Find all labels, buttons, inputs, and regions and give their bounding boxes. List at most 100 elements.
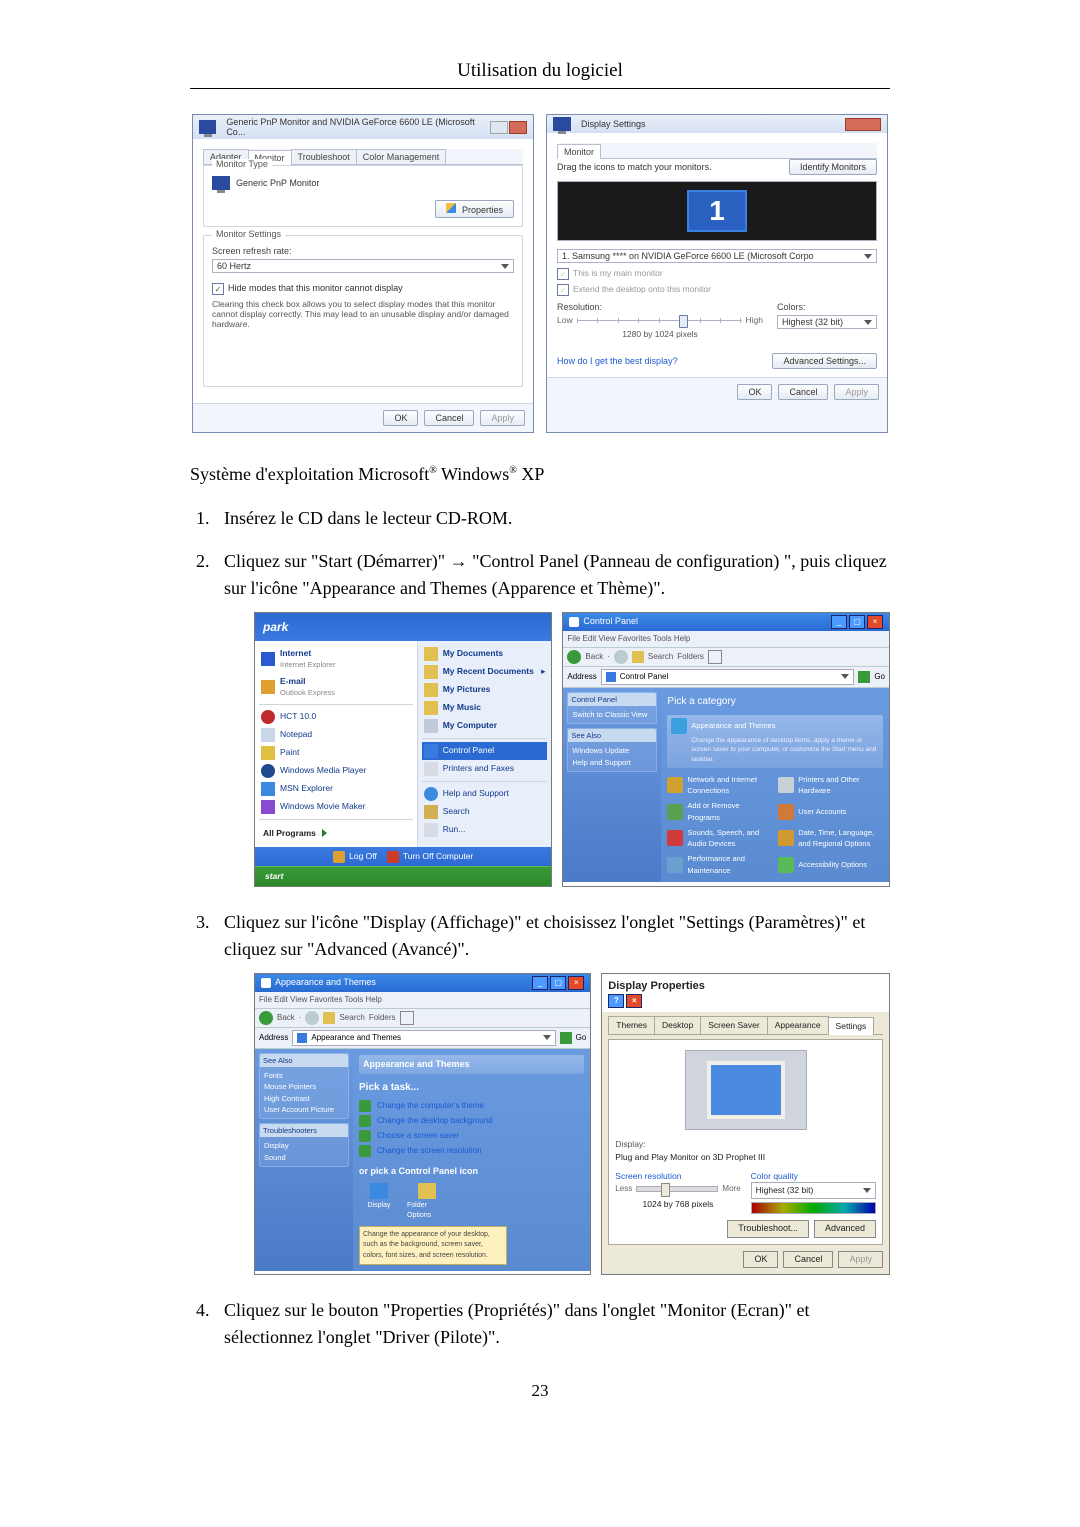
- close-button[interactable]: [845, 118, 881, 131]
- my-computer[interactable]: My Computer: [422, 717, 548, 735]
- folders-button[interactable]: Folders: [677, 651, 704, 663]
- monitor-select[interactable]: 1. Samsung **** on NVIDIA GeForce 6600 L…: [557, 249, 877, 263]
- my-music[interactable]: My Music: [422, 699, 548, 717]
- close-button[interactable]: ×: [626, 994, 642, 1008]
- troubleshoot-button[interactable]: Troubleshoot...: [727, 1220, 809, 1238]
- cat-network[interactable]: Network and Internet Connections: [667, 774, 772, 797]
- task-theme[interactable]: Change the computer's theme: [359, 1100, 584, 1112]
- tab-color-management[interactable]: Color Management: [356, 149, 447, 164]
- start-internet[interactable]: InternetInternet Explorer: [259, 645, 413, 673]
- tab-troubleshoot[interactable]: Troubleshoot: [291, 149, 357, 164]
- cancel-button[interactable]: Cancel: [783, 1251, 833, 1269]
- search-item[interactable]: Search: [422, 803, 548, 821]
- control-panel[interactable]: Control Panel: [422, 742, 548, 760]
- best-display-link[interactable]: How do I get the best display?: [557, 356, 678, 366]
- go-icon[interactable]: [858, 671, 870, 683]
- tab-monitor[interactable]: Monitor: [557, 144, 601, 159]
- advanced-button[interactable]: Advanced: [814, 1220, 876, 1238]
- views-icon[interactable]: [708, 650, 722, 664]
- close-button[interactable]: ×: [867, 615, 883, 629]
- run-item[interactable]: Run...: [422, 821, 548, 839]
- tab-themes[interactable]: Themes: [608, 1016, 655, 1034]
- task-screensaver[interactable]: Choose a screen saver: [359, 1130, 584, 1142]
- minimize-button[interactable]: [490, 121, 508, 134]
- display-icon[interactable]: Display: [359, 1183, 399, 1222]
- close-button[interactable]: ×: [568, 976, 584, 990]
- monitor-1-tile[interactable]: 1: [687, 190, 747, 232]
- apply-button[interactable]: Apply: [834, 384, 879, 400]
- advanced-settings-button[interactable]: Advanced Settings...: [772, 353, 877, 369]
- back-icon[interactable]: [259, 1011, 273, 1025]
- my-pictures[interactable]: My Pictures: [422, 681, 548, 699]
- menubar[interactable]: File Edit View Favorites Tools Help: [563, 631, 889, 648]
- start-msn[interactable]: MSN Explorer: [259, 780, 413, 798]
- address-field[interactable]: Control Panel: [601, 669, 855, 685]
- sound-troubleshoot-link[interactable]: Sound: [264, 1152, 344, 1163]
- start-button[interactable]: start: [255, 866, 551, 886]
- back-icon[interactable]: [567, 650, 581, 664]
- apply-button[interactable]: Apply: [480, 410, 525, 426]
- all-programs[interactable]: All Programs: [259, 823, 413, 844]
- windows-update-link[interactable]: Windows Update: [572, 745, 652, 756]
- color-quality-select[interactable]: Highest (32 bit): [751, 1182, 876, 1199]
- task-background[interactable]: Change the desktop background: [359, 1115, 584, 1127]
- tab-screen-saver[interactable]: Screen Saver: [700, 1016, 768, 1034]
- properties-button[interactable]: Properties: [435, 200, 514, 218]
- fonts-link[interactable]: Fonts: [264, 1070, 344, 1081]
- cancel-button[interactable]: Cancel: [424, 410, 474, 426]
- search-button[interactable]: Search: [339, 1012, 364, 1024]
- cat-printers[interactable]: Printers and Other Hardware: [778, 774, 883, 797]
- recent-documents[interactable]: My Recent Documents▸: [422, 663, 548, 681]
- colors-select[interactable]: Highest (32 bit): [777, 315, 877, 329]
- display-troubleshoot-link[interactable]: Display: [264, 1140, 344, 1151]
- menubar[interactable]: File Edit View Favorites Tools Help: [255, 992, 590, 1009]
- minimize-button[interactable]: _: [831, 615, 847, 629]
- tab-appearance[interactable]: Appearance: [767, 1016, 829, 1034]
- appearance-themes-highlight[interactable]: Appearance and Themes Change the appeara…: [667, 715, 883, 768]
- up-icon[interactable]: [323, 1012, 335, 1024]
- cat-users[interactable]: User Accounts: [778, 800, 883, 823]
- start-wmp[interactable]: Windows Media Player: [259, 762, 413, 780]
- start-notepad[interactable]: Notepad: [259, 726, 413, 744]
- go-icon[interactable]: [560, 1032, 572, 1044]
- printers-faxes[interactable]: Printers and Faxes: [422, 760, 548, 778]
- address-field[interactable]: Appearance and Themes: [292, 1030, 555, 1046]
- start-paint[interactable]: Paint: [259, 744, 413, 762]
- cat-addremove[interactable]: Add or Remove Programs: [667, 800, 772, 823]
- resolution-slider[interactable]: Low High: [557, 315, 763, 325]
- cat-access[interactable]: Accessibility Options: [778, 853, 883, 876]
- cancel-button[interactable]: Cancel: [778, 384, 828, 400]
- folders-button[interactable]: Folders: [369, 1012, 396, 1024]
- resolution-slider[interactable]: [636, 1186, 718, 1192]
- turnoff-button[interactable]: Turn Off Computer: [387, 850, 473, 863]
- cat-perf[interactable]: Performance and Maintenance: [667, 853, 772, 876]
- close-button[interactable]: [509, 121, 527, 134]
- mouse-link[interactable]: Mouse Pointers: [264, 1081, 344, 1092]
- help-button[interactable]: ?: [608, 994, 624, 1008]
- ok-button[interactable]: OK: [383, 410, 418, 426]
- help-support[interactable]: Help and Support: [422, 785, 548, 803]
- tab-settings[interactable]: Settings: [828, 1017, 875, 1035]
- search-button[interactable]: Search: [648, 651, 673, 663]
- identify-monitors-button[interactable]: Identify Monitors: [789, 159, 877, 175]
- help-link[interactable]: Help and Support: [572, 757, 652, 768]
- folder-options-icon[interactable]: Folder Options: [407, 1183, 447, 1222]
- tab-desktop[interactable]: Desktop: [654, 1016, 701, 1034]
- apply-button[interactable]: Apply: [838, 1251, 883, 1269]
- hide-modes-checkbox[interactable]: ✓: [212, 283, 224, 295]
- user-account-link[interactable]: User Account Picture: [264, 1104, 344, 1115]
- views-icon[interactable]: [400, 1011, 414, 1025]
- maximize-button[interactable]: ▢: [550, 976, 566, 990]
- logoff-button[interactable]: Log Off: [333, 850, 377, 863]
- minimize-button[interactable]: _: [532, 976, 548, 990]
- start-wmm[interactable]: Windows Movie Maker: [259, 798, 413, 816]
- ok-button[interactable]: OK: [743, 1251, 778, 1269]
- switch-classic-view[interactable]: Switch to Classic View: [572, 709, 652, 720]
- up-icon[interactable]: [632, 651, 644, 663]
- cat-dtlr[interactable]: Date, Time, Language, and Regional Optio…: [778, 827, 883, 850]
- task-resolution[interactable]: Change the screen resolution: [359, 1145, 584, 1157]
- refresh-rate-select[interactable]: 60 Hertz: [212, 259, 514, 273]
- monitor-layout-area[interactable]: 1: [557, 181, 877, 241]
- start-email[interactable]: E-mailOutlook Express: [259, 673, 413, 701]
- cat-sounds[interactable]: Sounds, Speech, and Audio Devices: [667, 827, 772, 850]
